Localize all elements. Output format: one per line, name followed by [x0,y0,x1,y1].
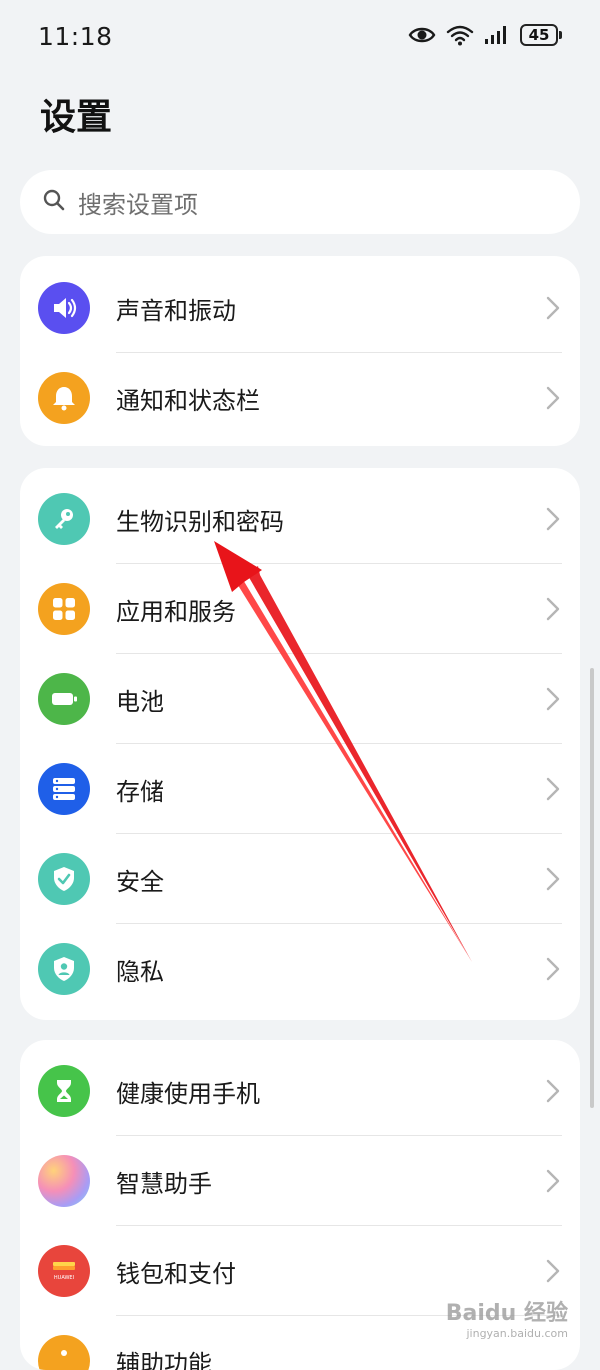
shield-check-icon [38,853,90,905]
setting-notifications-statusbar[interactable]: 通知和状态栏 [20,353,580,443]
setting-label: 钱包和支付 [116,1254,236,1289]
chevron-right-icon [546,386,560,414]
signal-icon [484,25,510,45]
status-time: 11:18 [38,22,113,51]
speaker-icon [38,282,90,334]
setting-smart-assistant[interactable]: 智慧助手 [20,1136,580,1226]
setting-label: 声音和振动 [116,291,236,326]
setting-label: 电池 [116,682,164,717]
apps-icon [38,583,90,635]
privacy-icon [38,943,90,995]
battery-icon: 45 [520,24,562,46]
chevron-right-icon [546,957,560,985]
battery-level: 45 [520,24,558,46]
chevron-right-icon [546,1259,560,1287]
status-icons: 45 [408,24,562,46]
setting-biometrics-password[interactable]: 生物识别和密码 [20,474,580,564]
accessibility-icon [38,1335,90,1370]
page-title: 设置 [40,88,112,140]
eye-icon [408,24,436,46]
setting-sound-vibration[interactable]: 声音和振动 [20,263,580,353]
setting-security[interactable]: 安全 [20,834,580,924]
setting-label: 健康使用手机 [116,1074,260,1109]
setting-label: 存储 [116,772,164,807]
settings-group-2: 生物识别和密码 应用和服务 电池 [20,468,580,1020]
battery-setting-icon [38,673,90,725]
setting-storage[interactable]: 存储 [20,744,580,834]
setting-apps-services[interactable]: 应用和服务 [20,564,580,654]
setting-label: 辅助功能 [116,1344,212,1370]
chevron-right-icon [546,867,560,895]
bell-icon [38,372,90,424]
setting-privacy[interactable]: 隐私 [20,924,580,1014]
chevron-right-icon [546,1169,560,1197]
wallet-icon: HUAWEI [38,1245,90,1297]
setting-digital-health[interactable]: 健康使用手机 [20,1046,580,1136]
status-bar: 11:18 45 [0,0,600,75]
chevron-right-icon [546,597,560,625]
chevron-right-icon [546,1079,560,1107]
setting-label: 生物识别和密码 [116,502,284,537]
setting-label: 隐私 [116,952,164,987]
watermark-brand: Baidu 经验 [446,1295,568,1327]
setting-label: 智慧助手 [116,1164,212,1199]
setting-label: 安全 [116,862,164,897]
key-icon [38,493,90,545]
search-input[interactable]: 搜索设置项 [20,170,580,234]
chevron-right-icon [546,507,560,535]
assistant-icon [38,1155,90,1207]
setting-label: 应用和服务 [116,592,236,627]
scrollbar[interactable] [590,668,594,1108]
wifi-icon [446,24,474,46]
watermark-url: jingyan.baidu.com [446,1327,568,1340]
chevron-right-icon [546,777,560,805]
chevron-right-icon [546,296,560,324]
setting-battery[interactable]: 电池 [20,654,580,744]
settings-group-1: 声音和振动 通知和状态栏 [20,256,580,446]
search-placeholder: 搜索设置项 [78,185,198,220]
setting-label: 通知和状态栏 [116,381,260,416]
search-icon [42,188,78,216]
chevron-right-icon [546,687,560,715]
storage-icon [38,763,90,815]
hourglass-icon [38,1065,90,1117]
svg-text:HUAWEI: HUAWEI [54,1275,74,1281]
watermark: Baidu 经验 jingyan.baidu.com [446,1295,568,1340]
